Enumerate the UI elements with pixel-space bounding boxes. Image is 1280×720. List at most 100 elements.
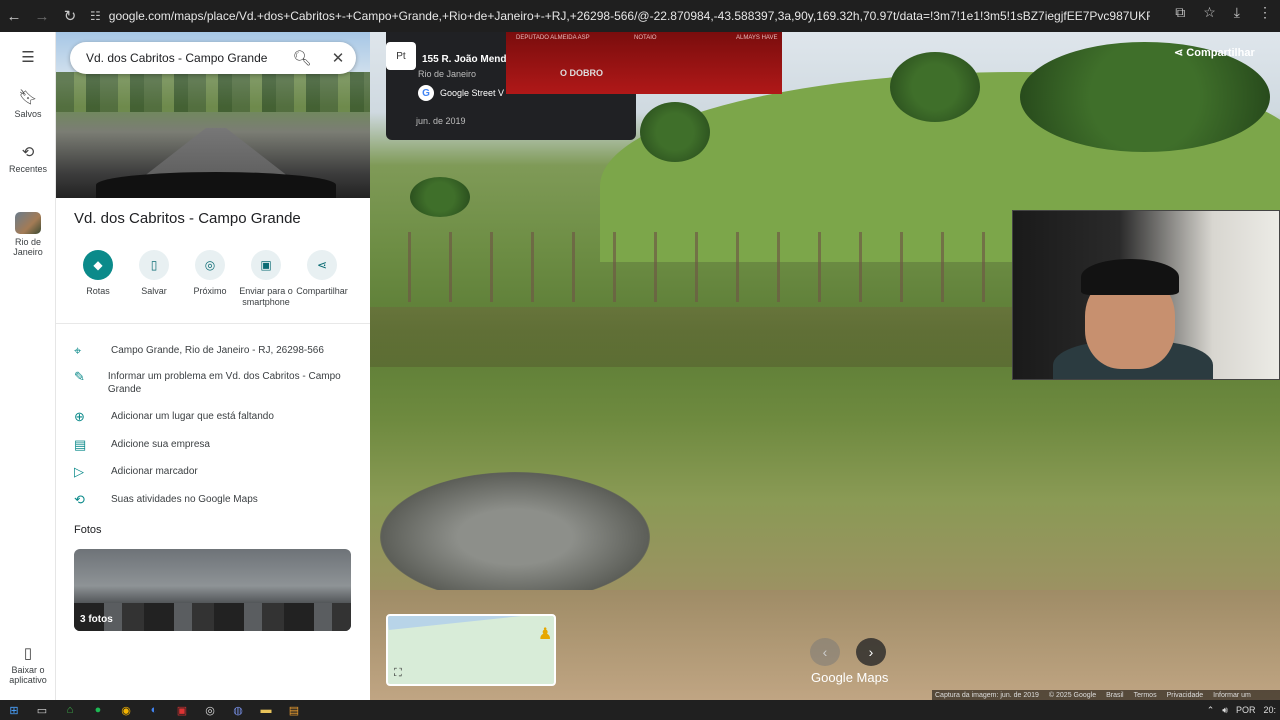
app-icon[interactable]: ▤: [280, 700, 308, 720]
map-footer: Captura da imagem: jun. de 2019 © 2025 G…: [932, 690, 1280, 700]
add-label-row[interactable]: ▷ Adicionar marcador: [74, 465, 354, 478]
footer-region[interactable]: Brasil: [1106, 692, 1124, 699]
footer-copyright: © 2025 Google: [1048, 691, 1097, 699]
history-icon: ⟲: [74, 492, 85, 507]
person-cap: [1081, 259, 1179, 295]
share-icon: ⋖: [307, 250, 337, 280]
place-thumbnail: [15, 212, 41, 234]
browser-toolbar: ← → ↻ ☷ google.com/maps/place/Vd.+dos+Ca…: [0, 0, 1280, 32]
add-label-text: Adicionar marcador: [111, 466, 198, 477]
nearby-button[interactable]: ◎ Próximo: [182, 250, 238, 308]
address-row[interactable]: ⌖ Campo Grande, Rio de Janeiro - RJ, 2629…: [74, 344, 354, 357]
add-place-icon: ⊕: [74, 409, 85, 424]
address-bar[interactable]: ☷ google.com/maps/place/Vd.+dos+Cabritos…: [90, 4, 1150, 28]
save-button[interactable]: ▯ Salvar: [126, 250, 182, 308]
toolbar-actions: ⧉ ☆ ⤓ ⋮: [1175, 4, 1272, 21]
directions-button[interactable]: ◆ Rotas: [70, 250, 126, 308]
add-business-row[interactable]: ▤ Adicione sua empresa: [74, 438, 354, 451]
share-street-view-button[interactable]: ⋖ Compartilhar: [1174, 46, 1255, 59]
google-icon: G: [418, 85, 434, 101]
divider: [56, 323, 370, 324]
photos-count: 3 fotos: [80, 614, 113, 625]
download-icon[interactable]: ⤓: [1234, 4, 1240, 21]
pegman-icon[interactable]: ♟: [538, 624, 552, 644]
directions-label: Rotas: [86, 286, 110, 296]
star-icon[interactable]: ☆: [1203, 4, 1216, 21]
banner-label: DEPUTADO ALMEIDA ASP: [516, 35, 590, 41]
activity-text: Suas atividades no Google Maps: [111, 494, 258, 505]
share-text: Compartilhar: [1186, 47, 1255, 59]
label-icon: ▷: [74, 464, 84, 479]
directions-icon: ◆: [83, 250, 113, 280]
address-text: Campo Grande, Rio de Janeiro - RJ, 26298…: [111, 345, 324, 356]
back-icon[interactable]: ←: [0, 2, 28, 30]
phone-icon: ▯: [23, 645, 33, 662]
app-icon[interactable]: ◐: [140, 700, 168, 720]
search-input[interactable]: Vd. dos Cabritos - Campo Grande: [86, 51, 284, 65]
get-app-label: Baixar o aplicativo: [9, 665, 47, 685]
photos-thumbnail[interactable]: 3 fotos: [74, 549, 351, 631]
street-address[interactable]: 155 R. João Mend: [422, 54, 506, 65]
tree: [890, 52, 980, 122]
report-problem-text: Informar um problema em Vd. dos Cabritos…: [107, 371, 341, 395]
volume-icon[interactable]: 🔊︎: [1222, 705, 1228, 716]
app-icon[interactable]: ◎: [196, 700, 224, 720]
photo-traffic: [74, 603, 351, 631]
minimap[interactable]: ♟ ⛶: [386, 614, 556, 686]
folder-icon[interactable]: ▬: [252, 700, 280, 720]
hamburger-icon: ☰: [21, 49, 35, 66]
language-button[interactable]: Pt: [386, 42, 416, 70]
share-button[interactable]: ⋖ Compartilhar: [294, 250, 350, 308]
burnt-patch: [380, 472, 650, 602]
forward-icon[interactable]: →: [28, 2, 56, 30]
webcam-overlay: [1012, 210, 1280, 380]
search-box[interactable]: Vd. dos Cabritos - Campo Grande 🔍︎ ✕: [70, 42, 356, 74]
report-problem-row[interactable]: ✎ Informar um problema em Vd. dos Cabrito…: [74, 370, 354, 396]
image-source: G Google Street V: [418, 85, 504, 101]
send-to-phone-label: Enviar para o smartphone: [239, 286, 293, 307]
discord-icon[interactable]: ◍: [224, 700, 252, 720]
minimap-road: [388, 616, 554, 630]
spotify-icon[interactable]: ●: [84, 700, 112, 720]
add-place-text: Adicionar um lugar que está faltando: [111, 411, 274, 422]
tray-icon[interactable]: ⌃: [1207, 705, 1215, 716]
search-icon[interactable]: 🔍︎: [284, 49, 320, 67]
save-label: Salvar: [141, 286, 167, 296]
saved-button[interactable]: 🔖︎ Salvos: [0, 88, 56, 119]
language-indicator[interactable]: POR: [1236, 705, 1256, 715]
send-to-phone-button[interactable]: ▣ Enviar para o smartphone: [238, 250, 294, 308]
google-maps-logo: Google Maps: [811, 670, 889, 685]
reload-icon[interactable]: ↻: [56, 2, 84, 30]
hamburger-menu-button[interactable]: ☰: [0, 48, 56, 69]
menu-icon[interactable]: ⋮: [1258, 4, 1272, 21]
install-icon[interactable]: ⧉: [1175, 4, 1185, 21]
next-arrow-icon[interactable]: ›: [856, 638, 886, 666]
capture-date[interactable]: jun. de 2019: [416, 116, 466, 126]
footer-terms[interactable]: Termos: [1134, 692, 1157, 699]
expand-icon[interactable]: ⛶: [394, 667, 402, 680]
recent-place-button[interactable]: Rio de Janeiro: [0, 212, 56, 257]
previous-arrow-icon[interactable]: ‹: [810, 638, 840, 666]
file-explorer-icon[interactable]: ▭: [28, 700, 56, 720]
footer-privacy[interactable]: Privacidade: [1167, 692, 1204, 699]
app-icon[interactable]: ▣: [168, 700, 196, 720]
windows-start-icon[interactable]: ⊞: [0, 700, 28, 720]
close-icon[interactable]: ✕: [320, 49, 356, 67]
navigation-arrows: ‹ ›: [810, 638, 886, 666]
nearby-label: Próximo: [193, 286, 227, 296]
chrome-icon[interactable]: ◉: [112, 700, 140, 720]
add-place-row[interactable]: ⊕ Adicionar um lugar que está faltando: [74, 410, 354, 423]
get-app-button[interactable]: ▯ Baixar o aplicativo: [0, 644, 56, 685]
app-icon[interactable]: ⌂: [56, 700, 84, 720]
place-title: Vd. dos Cabritos - Campo Grande: [74, 210, 301, 227]
store-icon: ▤: [74, 437, 87, 452]
clock[interactable]: 20:: [1263, 705, 1276, 715]
url-text: google.com/maps/place/Vd.+dos+Cabritos+-…: [108, 9, 1150, 23]
place-panel: Vd. dos Cabritos - Campo Grande 🔍︎ ✕ Vd.…: [56, 32, 370, 700]
nearby-icon: ◎: [195, 250, 225, 280]
site-info-icon[interactable]: ☷: [90, 9, 101, 23]
footer-report[interactable]: Informar um: [1213, 692, 1251, 699]
activity-row[interactable]: ⟲ Suas atividades no Google Maps: [74, 493, 354, 506]
recent-button[interactable]: ⟲ Recentes: [0, 143, 56, 174]
banner-label: NOTAIO: [634, 35, 657, 41]
